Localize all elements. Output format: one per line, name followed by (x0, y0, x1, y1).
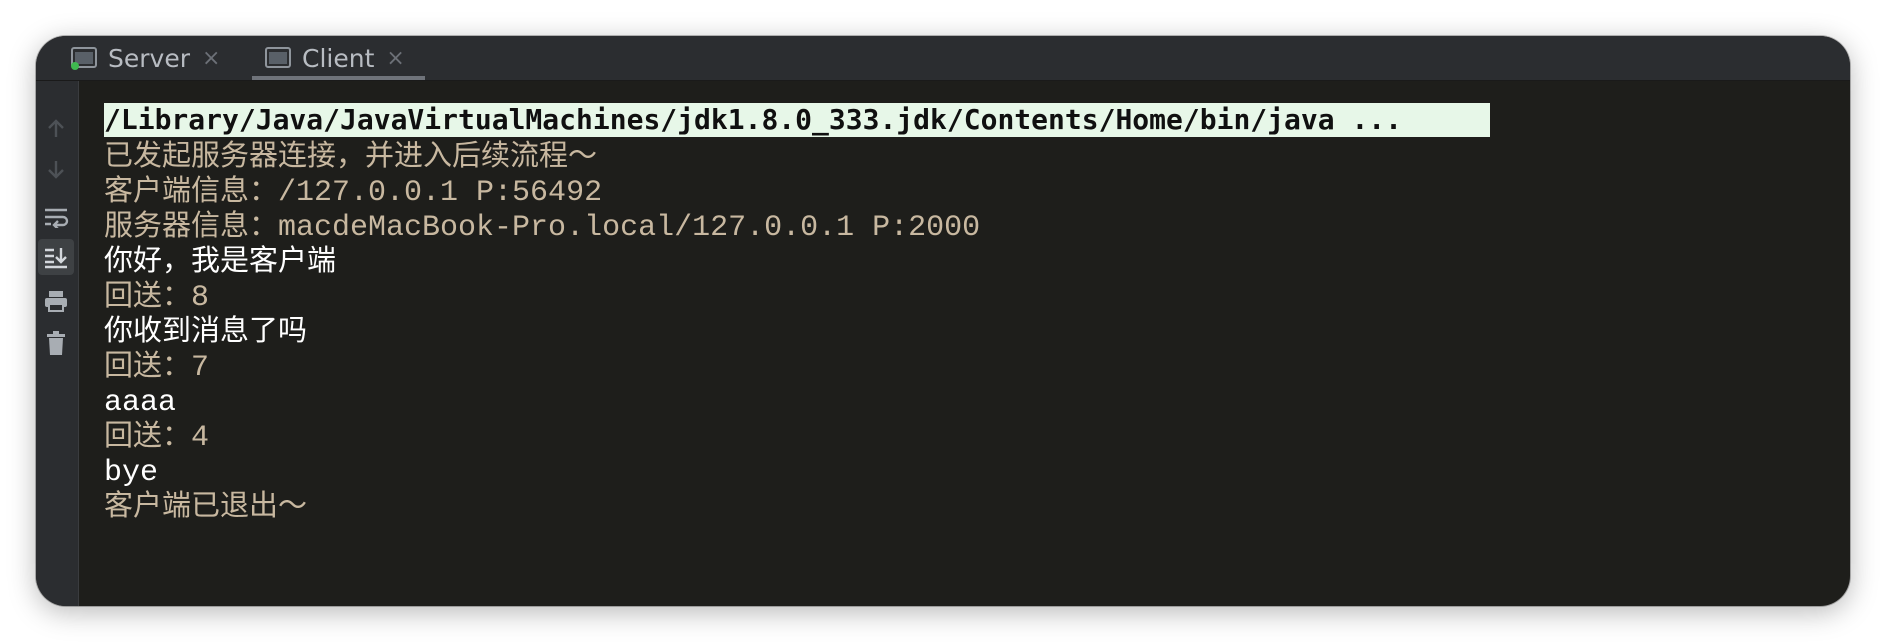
console-line: 你收到消息了吗 (104, 313, 308, 347)
console-line: 客户端已退出～ (104, 488, 308, 522)
trash-icon[interactable] (38, 325, 74, 361)
console-line: 回送：4 (104, 418, 210, 455)
console-line: 已发起服务器连接，并进入后续流程～ (104, 138, 598, 172)
run-tool-window: Server × Client × /Library/Java/JavaVirt… (36, 36, 1850, 606)
print-icon[interactable] (38, 283, 74, 319)
scroll-to-end-icon[interactable] (38, 239, 74, 275)
tab-client[interactable]: Client × (252, 36, 425, 80)
console-line: 客户端信息：/127.0.0.1 P:56492 (104, 173, 603, 210)
run-tabs-bar: Server × Client × (36, 36, 1850, 81)
up-arrow-icon[interactable] (38, 111, 74, 147)
console-icon (264, 46, 292, 70)
console-line: 回送：8 (104, 278, 210, 315)
console-line: 回送：7 (104, 348, 210, 385)
tab-label: Client (302, 43, 375, 73)
console-line: bye (104, 456, 159, 490)
tab-label: Server (108, 43, 190, 73)
console-line: 服务器信息：macdeMacBook-Pro.local/127.0.0.1 P… (104, 208, 981, 245)
console-output[interactable]: /Library/Java/JavaVirtualMachines/jdk1.8… (104, 81, 1850, 606)
console-toolbar (36, 81, 79, 606)
command-line: /Library/Java/JavaVirtualMachines/jdk1.8… (104, 103, 1490, 137)
close-icon[interactable]: × (386, 46, 404, 71)
close-icon[interactable]: × (202, 46, 220, 71)
console-line: aaaa (104, 386, 177, 420)
console-line: 你好，我是客户端 (104, 243, 337, 277)
down-arrow-icon[interactable] (38, 151, 74, 187)
console-icon (70, 46, 98, 70)
tab-server[interactable]: Server × (70, 36, 220, 80)
soft-wrap-icon[interactable] (38, 199, 74, 235)
